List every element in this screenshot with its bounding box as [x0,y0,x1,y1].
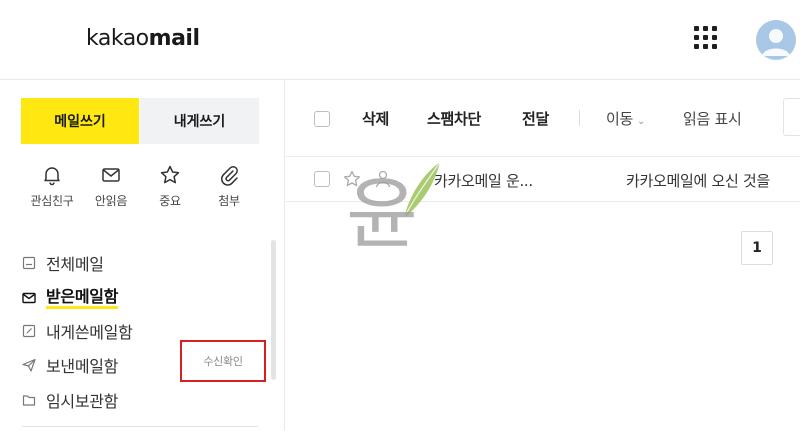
folder-sent[interactable]: 보낸메일함 [22,353,118,377]
compose-button[interactable]: 메일쓰기 [21,98,139,144]
toolbar-separator [579,110,580,126]
star-toggle-icon[interactable] [342,169,362,189]
folder-inbox[interactable]: 받은메일함 [22,286,118,310]
inbox-icon [22,292,36,304]
read-receipt-button[interactable]: 수신확인 [180,340,266,382]
folder-label: 전체메일 [46,255,104,274]
folder-label: 보낸메일함 [46,357,119,376]
quick-filter-favorites[interactable]: 관심친구 [22,164,82,209]
write-to-self-button[interactable]: 내게쓰기 [140,98,259,144]
quick-filter-label: 중요 [159,194,181,208]
mail-row-checkbox[interactable] [314,171,330,187]
quick-filter-important[interactable]: 중요 [140,164,200,209]
quick-filter-label: 첨부 [218,194,240,208]
kakaomail-logo[interactable]: kakaomail [86,26,200,51]
sidebar-divider [22,426,258,427]
sidebar-scrollbar[interactable] [271,240,276,380]
app-header: kakaomail [0,0,800,80]
toolbar-more-button[interactable] [783,98,800,136]
folder-drafts[interactable]: 임시보관함 [22,388,118,412]
select-all-checkbox[interactable] [314,111,330,127]
folder-label: 받은메일함 [46,287,118,309]
block-spam-button[interactable]: 스팸차단 [427,108,481,129]
user-silhouette-icon [762,29,790,56]
mail-subject: 카카오메일에 오신 것을 [626,172,770,190]
paperclip-icon [221,165,238,186]
mark-read-dropdown[interactable]: 읽음 표시 [683,108,742,129]
star-icon [160,165,180,184]
profile-avatar[interactable] [756,20,796,60]
self-mail-icon [22,324,36,338]
quick-filter-unread[interactable]: 안읽음 [81,164,141,209]
delete-button[interactable]: 삭제 [362,108,389,129]
pagination-page-button[interactable]: 1 [741,231,773,265]
mail-sender: 카카오메일 운... [434,172,533,190]
folder-label: 임시보관함 [46,392,119,411]
logo-light-text: kakao [86,26,149,51]
folder-sent-to-self[interactable]: 내게쓴메일함 [22,319,133,343]
quick-filter-attachments[interactable]: 첨부 [199,164,259,209]
forward-button[interactable]: 전달 [522,108,549,129]
move-dropdown[interactable]: 이동 ⌄ [606,108,645,129]
mail-toolbar: 삭제 스팸차단 전달 이동 ⌄ 읽음 표시 [286,80,800,157]
read-receipt-label: 수신확인 [203,355,243,368]
bell-icon [44,167,60,186]
all-mail-icon [22,256,36,270]
quick-filter-label: 관심친구 [30,194,74,208]
person-icon[interactable] [374,169,392,189]
envelope-icon [102,168,120,182]
folder-label: 내게쓴메일함 [46,323,133,342]
mail-list-row[interactable]: 카카오메일 운... 카카오메일에 오신 것을 [286,157,800,202]
move-label: 이동 [606,110,634,128]
sidebar: 메일쓰기 내게쓰기 관심친구 안읽음 중요 첨부 전체메일 받은메일함 내게쓴메… [0,80,285,431]
send-icon [22,358,36,372]
chevron-down-icon: ⌄ [637,116,646,127]
logo-bold-text: mail [148,26,200,51]
apps-grid-icon[interactable] [694,26,718,50]
quick-filter-label: 안읽음 [94,194,128,208]
folder-all-mail[interactable]: 전체메일 [22,251,104,275]
mark-read-label: 읽음 표시 [683,110,742,128]
folder-icon [22,395,36,406]
